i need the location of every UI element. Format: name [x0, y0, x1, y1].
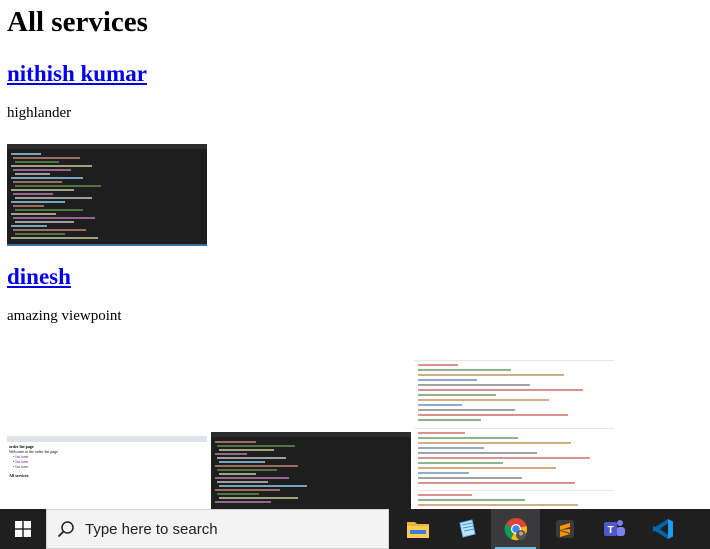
windows-logo-icon: [15, 521, 31, 537]
thumb-link: • list item: [13, 464, 29, 469]
page-title: All services: [7, 6, 148, 38]
teams-icon[interactable]: T: [589, 509, 638, 549]
page-content: All services nithish kumar highlander di…: [7, 0, 707, 509]
search-placeholder: Type here to search: [85, 520, 218, 538]
service-description: highlander: [7, 105, 72, 121]
service-link[interactable]: nithish kumar: [7, 61, 147, 86]
service-image: [414, 428, 614, 491]
start-button[interactable]: [0, 509, 46, 549]
service-image: [211, 432, 411, 509]
sublime-text-icon[interactable]: [540, 509, 589, 549]
svg-text:T: T: [607, 525, 613, 536]
chrome-icon[interactable]: [491, 509, 540, 549]
vscode-icon[interactable]: [638, 509, 687, 549]
notepad-icon[interactable]: [442, 509, 491, 549]
thumb-footer: All services: [9, 473, 29, 478]
service-title: nithish kumar: [7, 60, 707, 88]
file-explorer-icon[interactable]: [393, 509, 442, 549]
taskbar-search-box[interactable]: Type here to search: [46, 509, 389, 549]
search-icon: [47, 520, 85, 538]
service-description: amazing viewpoint: [7, 308, 122, 324]
service-image: [7, 144, 207, 246]
service-card: nithish kumar highlander: [7, 60, 707, 122]
service-link[interactable]: dinesh: [7, 264, 71, 289]
service-image: order list page Welcome to the order lis…: [7, 436, 207, 509]
taskbar: Type here to search T: [0, 509, 710, 549]
service-title: dinesh: [7, 263, 122, 291]
service-card: dinesh amazing viewpoint: [7, 245, 122, 325]
service-image: [414, 360, 614, 429]
service-image: [414, 490, 614, 509]
